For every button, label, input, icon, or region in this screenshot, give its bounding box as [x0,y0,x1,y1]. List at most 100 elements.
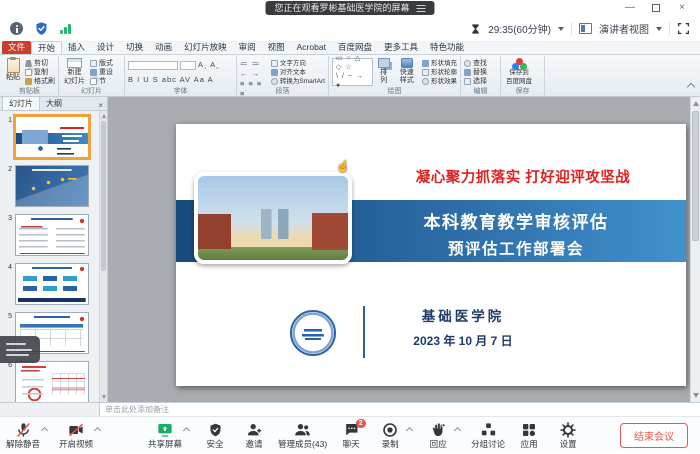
layout-button[interactable]: 版式 [90,59,113,68]
reaction-options-icon[interactable] [454,426,461,433]
banner-menu-icon[interactable] [417,5,426,12]
arrange-button[interactable]: 排列 [376,58,392,86]
tab-file[interactable]: 文件 [2,41,31,54]
shape-effects-button[interactable]: 形状效果 [422,77,457,86]
overlay-line [6,343,26,345]
record-options-icon[interactable] [406,426,413,433]
campus-photo[interactable] [194,172,352,264]
apps-button[interactable]: 应用 [514,422,544,449]
slide-thumbnail-6[interactable]: 6 [2,361,95,402]
manage-members-button[interactable]: 管理成员(43) [278,422,327,449]
slide-title-line2[interactable]: 预评估工作部署会 [352,237,680,259]
align-text-button[interactable]: 对齐文本 [271,68,325,77]
scroll-down-icon[interactable] [102,395,106,399]
shape-outline-button[interactable]: 形状轮廓 [422,68,457,77]
tab-home[interactable]: 开始 [31,41,62,54]
reset-button[interactable]: 重设 [90,68,113,77]
new-slide-button[interactable]: 新建幻灯片 [62,58,87,86]
save-to-baidu-button[interactable]: 保存到百度网盘 [504,58,534,86]
scroll-up-icon[interactable] [102,114,106,118]
shapes-gallery[interactable]: ▭ ○ △ ◇ ☆ \ / ~ → ● [332,58,373,86]
maximize-button[interactable] [644,0,668,15]
close-button[interactable]: × [670,0,694,15]
replace-button[interactable]: 替换 [464,68,487,77]
copy-button[interactable]: 复制 [25,68,55,77]
breakout-rooms-button[interactable]: 分组讨论 [471,422,505,449]
pane-tab-slides[interactable]: 幻灯片 [2,96,40,110]
pane-scroll-thumb[interactable] [101,121,106,271]
font-size-select[interactable] [180,61,196,70]
tab-slideshow[interactable]: 幻灯片放映 [178,41,233,54]
chat-button[interactable]: 2 聊天 [336,422,366,449]
tab-transitions[interactable]: 切换 [120,41,149,54]
slide-org-name[interactable]: 基础医学院 [379,305,547,325]
tab-more-tools[interactable]: 更多工具 [378,41,424,54]
quick-styles-button[interactable]: 快速样式 [395,58,419,86]
slide-thumbnail-1[interactable]: 1 [2,116,95,158]
text-direction-button[interactable]: 文字方向 [271,59,325,68]
mute-options-icon[interactable] [41,426,48,433]
view-dropdown-icon[interactable] [656,27,662,31]
select-button[interactable]: 选择 [464,77,487,86]
group-label-save: 保存 [501,87,544,96]
security-shield-icon[interactable] [34,21,49,36]
end-meeting-button[interactable]: 结束会议 [620,423,688,448]
security-button[interactable]: 安全 [200,422,230,449]
current-slide[interactable]: 凝心聚力抓落实 打好迎评攻坚战 本科教育教学审核评估 预评估工作部署会 ☝ 基础… [176,124,686,386]
find-icon [464,60,471,67]
record-button[interactable]: 录制 [375,422,405,449]
font-name-select[interactable] [128,61,178,70]
share-screen-button[interactable]: 共享屏幕 [148,422,182,449]
minimize-button[interactable]: — [618,0,642,15]
collapse-ribbon-icon[interactable] [687,83,695,91]
settings-button[interactable]: 设置 [553,422,583,449]
canvas-scroll-down-icon[interactable] [693,393,699,398]
font-style-buttons[interactable]: B I U S abc AV Aa A [128,75,214,85]
paste-button[interactable]: 粘贴 [4,58,22,86]
invite-button[interactable]: 邀请 [239,422,269,449]
list-indent-buttons[interactable]: ≔ ≕ ← → [240,59,268,79]
slide-title-line1[interactable]: 本科教育教学审核评估 [352,208,680,233]
slide-headline[interactable]: 凝心聚力抓落实 打好迎评攻坚战 [362,166,684,187]
find-button[interactable]: 查找 [464,59,487,68]
unmute-button[interactable]: 解除静音 [6,422,40,449]
notes-placeholder[interactable]: 单击此处添加备注 [100,403,169,416]
slide-thumbnail-3[interactable]: 3 [2,214,95,256]
slide-thumbnail-4[interactable]: 4 [2,263,95,305]
canvas-scroll-thumb[interactable] [692,111,699,241]
smartart-button[interactable]: 转换为SmartArt [271,77,325,86]
slide-date[interactable]: 2023 年 10 月 7 日 [372,332,554,349]
view-mode-label[interactable]: 演讲者视图 [599,21,649,36]
format-painter-button[interactable]: 格式刷 [25,77,55,86]
pane-close-icon[interactable]: × [94,101,107,110]
video-options-icon[interactable] [94,426,101,433]
ribbon-group-paragraph: ≔ ≕ ← → ≡ ≡ ≡ ≡ 文字方向 对齐文本 转换为SmartArt 段落 [237,56,329,96]
start-video-button[interactable]: 开启视频 [59,422,93,449]
arrange-icon [378,58,390,68]
screen-share-banner: 您正在观看罗彬基础医学院的屏幕 [265,1,434,15]
section-button[interactable]: 节 [90,77,113,86]
font-grow-shrink-buttons[interactable]: A˰ Aˬ [198,60,220,70]
pane-tab-outline[interactable]: 大纲 [40,97,68,110]
tab-review[interactable]: 审阅 [233,41,262,54]
meeting-info-icon[interactable] [10,22,23,35]
shape-fill-button[interactable]: 形状填充 [422,59,457,68]
vertical-divider [363,306,365,358]
tab-design[interactable]: 设计 [91,41,120,54]
reactions-button[interactable]: 回应 [423,422,453,449]
tab-animations[interactable]: 动画 [149,41,178,54]
tab-acrobat[interactable]: Acrobat [291,41,332,54]
apps-grid-icon [521,422,537,438]
timer-dropdown-icon[interactable] [558,27,564,31]
tab-view[interactable]: 视图 [262,41,291,54]
tab-insert[interactable]: 插入 [62,41,91,54]
pane-scrollbar[interactable] [99,111,107,402]
tab-baidu-pan[interactable]: 百度网盘 [332,41,378,54]
canvas-scrollbar[interactable] [690,97,700,402]
share-options-icon[interactable] [183,426,190,433]
tab-extra[interactable]: 特色功能 [424,41,470,54]
fullscreen-icon[interactable] [677,22,690,35]
cut-button[interactable]: 剪切 [25,59,55,68]
slide-thumbnail-2[interactable]: 2 [2,165,95,207]
canvas-scroll-up-icon[interactable] [693,101,699,106]
